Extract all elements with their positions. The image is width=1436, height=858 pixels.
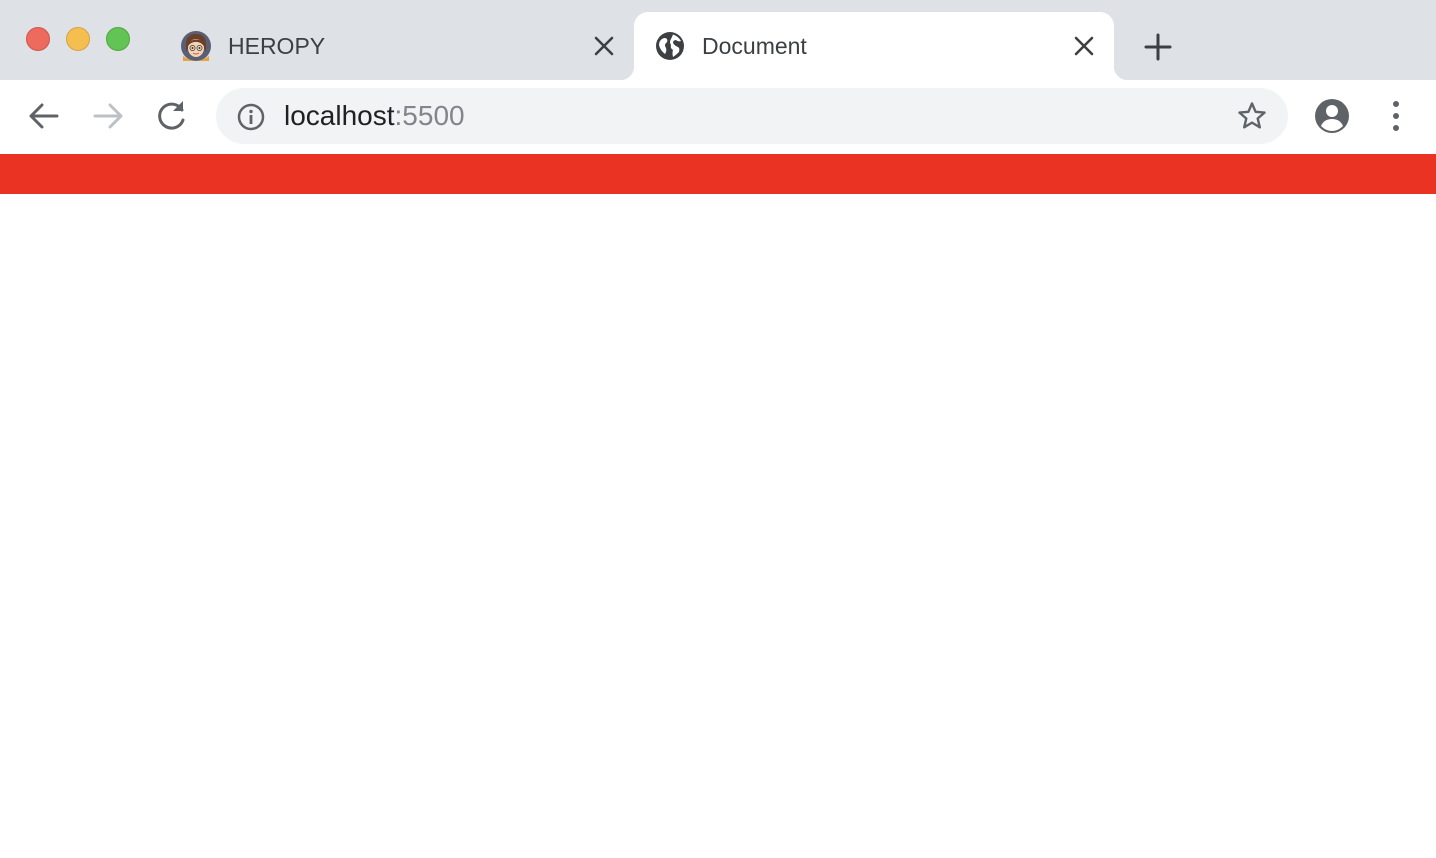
arrow-right-icon[interactable] xyxy=(88,96,128,136)
page-content xyxy=(0,154,1436,858)
window-minimize-button[interactable] xyxy=(66,27,90,51)
address-bar[interactable]: localhost:5500 xyxy=(216,88,1288,144)
tab-heropy[interactable]: HEROPY xyxy=(160,12,634,80)
browser-toolbar: localhost:5500 xyxy=(0,80,1436,154)
window-close-button[interactable] xyxy=(26,27,50,51)
url-host: localhost xyxy=(284,100,395,131)
window-maximize-button[interactable] xyxy=(106,27,130,51)
tab-document[interactable]: Document xyxy=(620,12,1128,80)
account-circle-icon[interactable] xyxy=(1312,96,1352,136)
tab-strip: HEROPY Document xyxy=(0,0,1436,80)
avatar-favicon-icon xyxy=(180,30,212,62)
red-header-bar xyxy=(0,154,1436,194)
tab-title: HEROPY xyxy=(228,33,326,59)
info-icon[interactable] xyxy=(236,102,266,132)
tab-title: Document xyxy=(702,33,807,59)
arrow-left-icon[interactable] xyxy=(24,96,64,136)
globe-icon xyxy=(654,30,686,62)
close-icon[interactable] xyxy=(592,34,616,58)
star-icon[interactable] xyxy=(1236,100,1268,132)
kebab-menu-icon[interactable] xyxy=(1380,96,1412,136)
reload-icon[interactable] xyxy=(152,96,192,136)
close-icon[interactable] xyxy=(1072,34,1096,58)
new-tab-plus-icon[interactable] xyxy=(1142,31,1174,63)
url-port: :5500 xyxy=(394,100,465,131)
url-text[interactable]: localhost:5500 xyxy=(284,100,465,132)
